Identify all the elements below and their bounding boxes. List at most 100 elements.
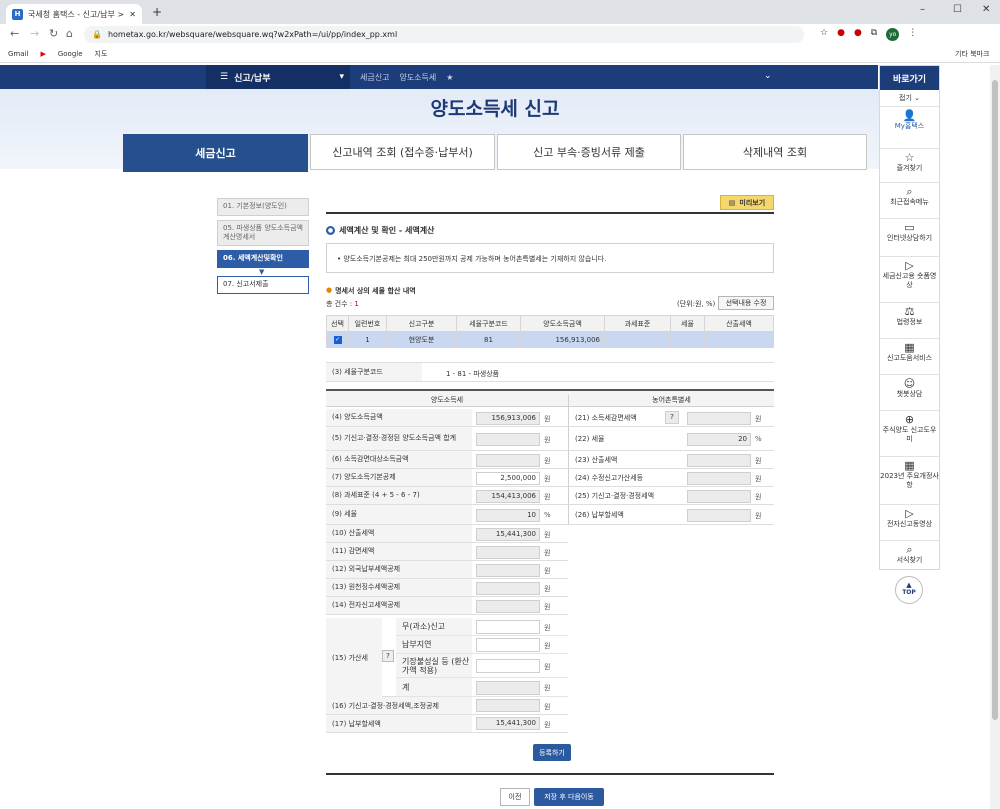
top-button[interactable]: ▲ TOP	[895, 576, 923, 604]
amount-input[interactable]: 156,913,006	[476, 411, 540, 425]
unit-label: 원	[544, 435, 551, 444]
crumb-transfer-tax[interactable]: 양도소득세	[399, 72, 436, 83]
star-icon[interactable]: ☆	[820, 28, 828, 41]
sidebar-item-my-hometax[interactable]: 👤 My홈택스	[880, 106, 939, 131]
minimize-icon[interactable]: –	[920, 4, 925, 15]
save-next-button[interactable]: 저장 후 다음이동	[534, 788, 604, 806]
sidebar-item-shortform-video[interactable]: ▷ 세금신고용 숏폼영상	[880, 256, 939, 290]
orange-bullet-icon: ●	[326, 286, 333, 294]
tab-attachments[interactable]: 신고 부속·증빙서류 제출	[497, 134, 681, 170]
amount-input[interactable]: 15,441,300	[476, 527, 540, 541]
close-window-icon[interactable]: ✕	[982, 4, 990, 15]
amount-input[interactable]	[476, 599, 540, 613]
bookmark-maps[interactable]: 지도	[95, 49, 108, 59]
reload-icon[interactable]: ↻	[49, 27, 58, 40]
step-basic-info[interactable]: 01. 기본정보(양도인)	[217, 198, 309, 216]
favorite-star-icon[interactable]: ★	[446, 73, 453, 82]
amount-input[interactable]: 2,500,000	[476, 471, 540, 485]
puzzle-icon[interactable]: ⧉	[871, 28, 877, 41]
amount-input[interactable]	[476, 581, 540, 595]
crumb-tax-report[interactable]: 세금신고	[360, 72, 389, 83]
sidebar-item-label: 2023년 주요개정사항	[880, 472, 939, 489]
cell-tax	[704, 331, 774, 348]
other-bookmarks[interactable]: 기타 북마크	[955, 49, 989, 59]
unit-label: 원	[544, 584, 551, 593]
menu-dropdown[interactable]: ☰ 신고/납부 ▾	[206, 65, 350, 89]
table-row[interactable]: ✓ 1 현양도분 81 156,913,006	[326, 331, 774, 348]
sidebar-item-online-consult[interactable]: ▭ 인터넷상담하기	[880, 218, 939, 243]
amount-input[interactable]: 20	[687, 432, 751, 446]
maximize-icon[interactable]: ☐	[953, 4, 962, 15]
home-icon[interactable]: ⌂	[66, 27, 73, 40]
new-tab-icon[interactable]: +	[152, 5, 162, 19]
amount-input[interactable]	[687, 489, 751, 503]
extensions: ☆ ● ● ⧉ yo ⋮	[820, 28, 917, 41]
penalty-input[interactable]	[476, 620, 540, 634]
penalty-help-button[interactable]: ?	[382, 650, 394, 662]
back-icon[interactable]: ←	[10, 27, 19, 40]
sidebar-item-chatbot[interactable]: ☺ 챗봇상담	[880, 374, 939, 399]
section-title: 세액계산 및 확인 - 세액계산	[339, 226, 435, 235]
calc-row: (8) 과세표준 (4 + 5 - 6 - 7) 154,413,006 원	[326, 487, 568, 505]
gnb-expand-icon[interactable]: ⌄	[764, 71, 772, 81]
bookmark-youtube-icon[interactable]: ▶	[40, 50, 45, 58]
penalty-input[interactable]	[476, 638, 540, 652]
row-checkbox[interactable]: ✓	[326, 331, 349, 348]
profile-avatar[interactable]: yo	[886, 28, 900, 41]
sidebar-item-form-search[interactable]: ⌕ 서식찾기	[880, 540, 939, 565]
amount-input[interactable]: 10	[476, 508, 540, 522]
sidebar-item-recent-menu[interactable]: ⌕ 최근접속메뉴	[880, 182, 939, 207]
stock-helper-icon: ⊕	[904, 413, 915, 426]
calc-row: (26) 납부할세액 원	[568, 505, 774, 525]
tab-close-icon[interactable]: ✕	[129, 10, 136, 19]
amount-input[interactable]	[476, 432, 540, 446]
preview-button[interactable]: ▤ 미리보기	[720, 195, 774, 210]
notice-box: • 양도소득기본공제는 최대 250만원까지 공제 가능하며 농어촌특별세는 기…	[326, 243, 774, 273]
penalty-label: (15) 가산세	[326, 618, 382, 697]
sidebar-item-law-info[interactable]: ⚖ 법령정보	[880, 302, 939, 327]
sidebar-item-report-help[interactable]: ▦ 신고도움서비스	[880, 338, 939, 363]
amount-input[interactable]	[476, 545, 540, 559]
step-tax-calc[interactable]: 06. 세액계산및확인	[217, 250, 309, 268]
calc-row: (11) 감면세액 원	[326, 543, 568, 561]
register-button[interactable]: 등록하기	[533, 744, 571, 761]
rate-code-label: (3) 세율구분코드	[326, 363, 422, 381]
bookmark-gmail[interactable]: Gmail	[8, 50, 28, 58]
sidebar-item-favorites[interactable]: ☆ 즐겨찾기	[880, 148, 939, 173]
sidebar-item-stock-helper[interactable]: ⊕ 주식양도 신고도우미	[880, 410, 939, 444]
edit-selected-button[interactable]: 선택내용 수정	[718, 296, 774, 310]
collapse-label: 접기	[899, 94, 912, 102]
penalty-input[interactable]	[476, 680, 540, 695]
tab-report-history[interactable]: 신고내역 조회 (접수증·납부서)	[310, 134, 495, 170]
row17-input[interactable]: 15,441,300	[476, 717, 540, 730]
ext-icon[interactable]: ●	[837, 28, 845, 41]
menu-icon[interactable]: ⋮	[908, 28, 917, 41]
sidebar-item-tax-changes[interactable]: ▦ 2023년 주요개정사항	[880, 456, 939, 490]
scrollbar-thumb[interactable]	[992, 80, 998, 720]
ext-icon[interactable]: ●	[854, 28, 862, 41]
step-derivatives[interactable]: 05. 파생상품 양도소득금액 계산명세서	[217, 220, 309, 246]
amount-input[interactable]	[687, 411, 751, 425]
forward-icon[interactable]: →	[30, 27, 39, 40]
tab-tax-report[interactable]: 세금신고	[123, 134, 308, 172]
amount-input[interactable]	[687, 508, 751, 522]
step-submit[interactable]: 07. 신고서제출	[217, 276, 309, 294]
amount-input[interactable]: 154,413,006	[476, 489, 540, 503]
step-arrow-icon: ▼	[259, 268, 265, 276]
sidebar-item-e-report-video[interactable]: ▷ 전자신고동영상	[880, 504, 939, 529]
browser-tab[interactable]: H 국세청 홈택스 - 신고/납부 > 세 ✕	[6, 4, 142, 24]
prev-button[interactable]: 이전	[500, 788, 530, 806]
tab-deleted-history[interactable]: 삭제내역 조회	[683, 134, 867, 170]
amount-input[interactable]	[687, 471, 751, 485]
unit-label: 원	[544, 623, 551, 632]
penalty-input[interactable]	[476, 659, 540, 673]
sidebar-collapse[interactable]: 접기 ⌄	[880, 93, 939, 103]
amount-input[interactable]	[476, 453, 540, 467]
amount-input[interactable]	[476, 563, 540, 577]
row16-input[interactable]	[476, 699, 540, 712]
help-button[interactable]: ?	[665, 411, 679, 424]
amount-input[interactable]	[687, 453, 751, 467]
lock-icon: 🔒	[92, 30, 102, 39]
bookmark-google[interactable]: Google	[58, 50, 83, 58]
address-bar[interactable]: 🔒 hometax.go.kr/websquare/websquare.wq?w…	[84, 26, 804, 43]
